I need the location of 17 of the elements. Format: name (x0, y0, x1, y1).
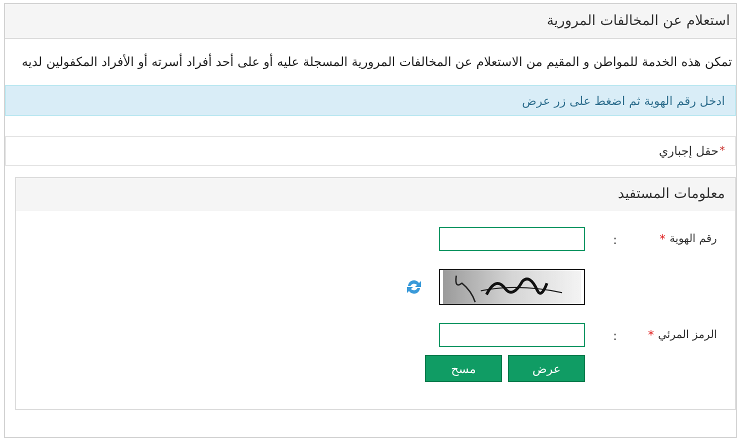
input-field[interactable] (439, 227, 585, 251)
field-label: رقم الهوية (669, 230, 717, 247)
description-text: تمكن هذه الخدمة للمواطن و المقيم من الاستعلام عن المخالفات المرورية المسجلة عليه أو على أحد أفراد أسرته أو الأفراد المكفولين لديه (22, 54, 732, 69)
field-label: الرمز المرئي (658, 326, 717, 343)
colon-text: : (612, 329, 618, 343)
refresh-icon[interactable] (405, 278, 423, 296)
action-button[interactable]: عرض (508, 355, 585, 382)
required-mark: * (720, 142, 725, 159)
required-mark: * (659, 231, 666, 248)
required-note-text: حقل إجباري (658, 143, 718, 160)
colon-text: : (612, 233, 618, 247)
panel-title: استعلام عن المخالفات المرورية (546, 12, 730, 30)
section-title: معلومات المستفيد (618, 185, 725, 204)
action-button[interactable]: مسح (425, 355, 502, 382)
input-field[interactable] (439, 323, 585, 347)
info-text: ادخل رقم الهوية ثم اضغط على زر عرض (522, 92, 725, 110)
required-mark: * (648, 327, 654, 344)
